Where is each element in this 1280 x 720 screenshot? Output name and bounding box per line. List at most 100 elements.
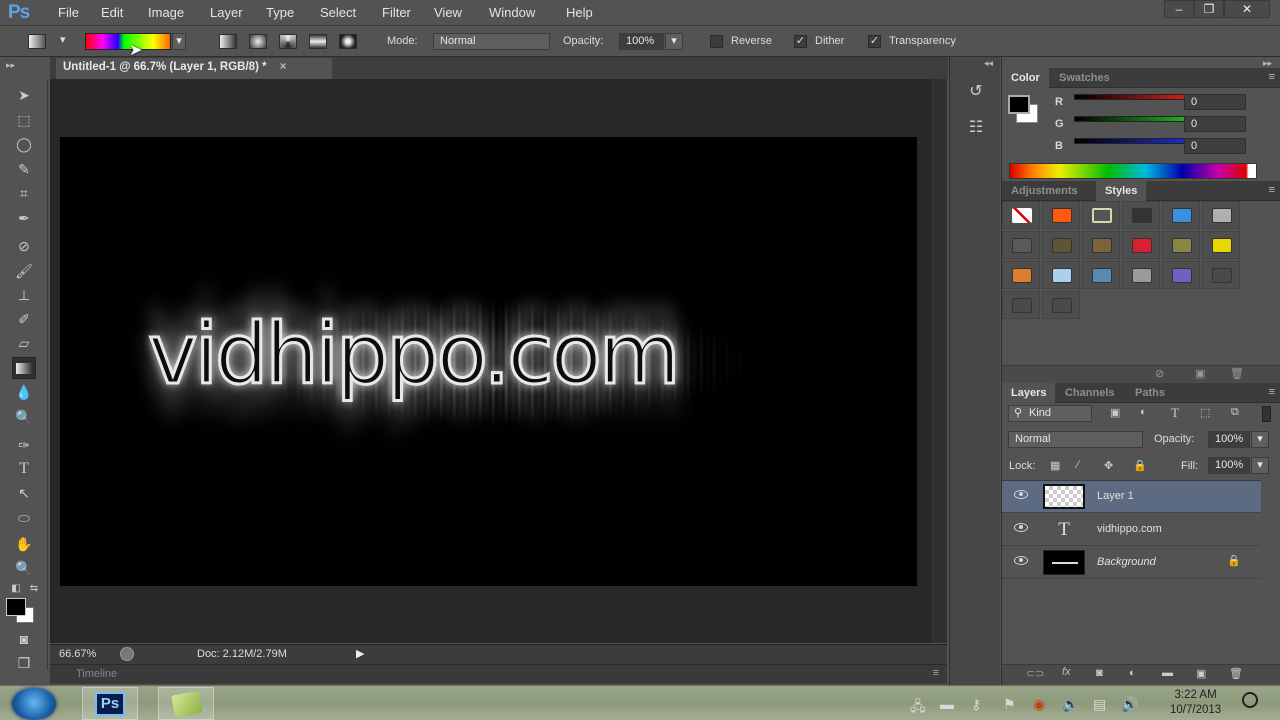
blur-tool-icon[interactable]: 💧 <box>12 381 36 403</box>
history-brush-tool-icon[interactable]: ✐ <box>12 308 36 330</box>
menu-help[interactable]: Help <box>566 5 593 20</box>
tray-muted-speaker-icon[interactable]: 🔈 <box>1062 696 1079 713</box>
eraser-tool-icon[interactable]: ▱ <box>12 332 36 354</box>
close-button[interactable]: ✕ <box>1224 0 1270 18</box>
zoom-tool-icon[interactable]: 🔍 <box>12 557 36 579</box>
swap-colors-icon[interactable]: ⇆ <box>22 578 46 600</box>
healing-brush-tool-icon[interactable]: ⊘ <box>12 235 36 257</box>
delete-style-icon[interactable]: 🗑 <box>1230 367 1244 380</box>
layer-row-background[interactable]: Background 🔒 <box>1002 547 1261 579</box>
style-swatch[interactable] <box>1082 261 1120 289</box>
style-swatch[interactable] <box>1042 231 1080 259</box>
dodge-tool-icon[interactable]: 🔍 <box>12 406 36 428</box>
tab-adjustments[interactable]: Adjustments <box>1002 181 1087 201</box>
filter-shape-icon[interactable]: ⬚ <box>1200 406 1210 419</box>
dither-checkbox[interactable]: ✓ <box>794 35 807 48</box>
style-swatch[interactable] <box>1002 261 1040 289</box>
new-style-icon[interactable]: ▣ <box>1195 367 1205 380</box>
color-foreground-swatch[interactable] <box>1008 95 1030 114</box>
marquee-tool-icon[interactable]: ⬚ <box>12 109 36 131</box>
eyedropper-tool-icon[interactable]: ✒ <box>12 207 36 229</box>
blue-value-input[interactable]: 0 <box>1184 138 1246 154</box>
brush-tool-icon[interactable]: 🖌 <box>12 260 36 282</box>
menu-view[interactable]: View <box>434 5 462 20</box>
layers-panel-menu-icon[interactable]: ≡ <box>1269 386 1275 398</box>
vertical-scrollbar[interactable] <box>930 79 947 643</box>
pen-tool-icon[interactable]: ✑ <box>12 434 36 456</box>
screen-mode-icon[interactable]: ❐ <box>12 652 36 674</box>
style-swatch[interactable] <box>1002 291 1040 319</box>
blue-slider[interactable] <box>1074 138 1194 144</box>
timeline-menu-icon[interactable]: ≡ <box>933 667 939 679</box>
link-layers-icon[interactable]: ⊂⊃ <box>1026 667 1044 680</box>
style-swatch[interactable] <box>1002 201 1040 229</box>
visibility-eye-icon[interactable] <box>1014 523 1028 532</box>
ellipse-tool-icon[interactable]: ⬭ <box>12 507 36 529</box>
new-group-icon[interactable]: ▬ <box>1162 667 1173 679</box>
visibility-eye-icon[interactable] <box>1014 490 1028 499</box>
filter-smart-object-icon[interactable]: ⧉ <box>1231 406 1239 419</box>
tab-channels[interactable]: Channels <box>1056 383 1124 403</box>
red-value-input[interactable]: 0 <box>1184 94 1246 110</box>
properties-panel-icon[interactable]: ☷ <box>957 113 995 143</box>
filter-adjustment-icon[interactable]: ◐ <box>1140 406 1147 418</box>
zoom-level[interactable]: 66.67% <box>59 648 96 660</box>
document-tab[interactable]: Untitled-1 @ 66.7% (Layer 1, RGB/8) * × <box>56 58 332 79</box>
menu-type[interactable]: Type <box>266 5 294 20</box>
foreground-color-swatch[interactable] <box>6 598 26 616</box>
style-swatch[interactable] <box>1042 201 1080 229</box>
tray-volume-icon[interactable]: 🔊 <box>1121 696 1138 713</box>
gradient-tool-icon[interactable] <box>12 357 36 379</box>
restore-button[interactable]: ❐ <box>1194 0 1224 18</box>
start-button[interactable] <box>12 688 56 720</box>
color-panel-menu-icon[interactable]: ≡ <box>1269 71 1275 83</box>
filter-type-icon[interactable]: T <box>1171 405 1179 421</box>
delete-layer-icon[interactable]: 🗑 <box>1229 667 1243 680</box>
hand-tool-icon[interactable]: ✋ <box>12 533 36 555</box>
tab-paths[interactable]: Paths <box>1126 383 1174 403</box>
preset-dropdown-arrow-icon[interactable]: ▾ <box>60 33 66 46</box>
minimize-button[interactable]: – <box>1164 0 1194 18</box>
color-spectrum-ramp[interactable] <box>1009 163 1257 179</box>
fill-input[interactable]: 100% <box>1208 457 1250 474</box>
fill-dropdown[interactable]: ▾ <box>1251 457 1269 474</box>
style-swatch[interactable] <box>1002 231 1040 259</box>
style-swatch[interactable] <box>1042 291 1080 319</box>
menu-file[interactable]: File <box>58 5 79 20</box>
tray-network-icon[interactable]: 🖧 <box>910 696 926 720</box>
menu-select[interactable]: Select <box>320 5 356 20</box>
green-value-input[interactable]: 0 <box>1184 116 1246 132</box>
tool-preset-picker-icon[interactable] <box>28 34 46 49</box>
visibility-eye-icon[interactable] <box>1014 556 1028 565</box>
layer-filter-kind-select[interactable]: ⚲ Kind <box>1008 405 1092 422</box>
tab-swatches[interactable]: Swatches <box>1050 68 1119 88</box>
lock-all-icon[interactable]: 🔒 <box>1133 459 1147 472</box>
type-tool-icon[interactable]: T <box>12 458 36 480</box>
style-swatch[interactable] <box>1162 261 1200 289</box>
styles-panel-menu-icon[interactable]: ≡ <box>1269 184 1275 196</box>
taskbar-photoshop[interactable]: Ps <box>82 687 138 720</box>
style-swatch[interactable] <box>1122 201 1160 229</box>
style-swatch[interactable] <box>1202 231 1240 259</box>
reflected-gradient-icon[interactable] <box>309 34 327 49</box>
menu-filter[interactable]: Filter <box>382 5 411 20</box>
close-document-icon[interactable]: × <box>280 61 287 73</box>
filter-pixel-icon[interactable]: ▣ <box>1110 406 1120 419</box>
style-swatch[interactable] <box>1082 201 1120 229</box>
layer-opacity-dropdown[interactable]: ▾ <box>1251 431 1269 448</box>
tray-app-icon[interactable]: ◉ <box>1033 696 1045 713</box>
layer-opacity-input[interactable]: 100% <box>1208 431 1250 448</box>
system-clock[interactable]: 3:22 AM 10/7/2013 <box>1170 688 1221 718</box>
menu-window[interactable]: Window <box>489 5 535 20</box>
style-swatch[interactable] <box>1122 261 1160 289</box>
move-tool-icon[interactable]: ➤ <box>12 84 36 106</box>
lock-position-icon[interactable]: ✥ <box>1104 459 1113 472</box>
red-slider[interactable] <box>1074 94 1194 100</box>
transparency-checkbox[interactable]: ✓ <box>868 35 881 48</box>
new-adjustment-layer-icon[interactable]: ◐ <box>1129 667 1136 679</box>
gradient-editor-swatch[interactable] <box>85 33 171 50</box>
angle-gradient-icon[interactable] <box>279 34 297 49</box>
gradient-picker-dropdown[interactable]: ▾ <box>172 33 186 50</box>
tray-display-icon[interactable]: ▤ <box>1093 696 1106 713</box>
lasso-tool-icon[interactable]: ◯ <box>12 133 36 155</box>
